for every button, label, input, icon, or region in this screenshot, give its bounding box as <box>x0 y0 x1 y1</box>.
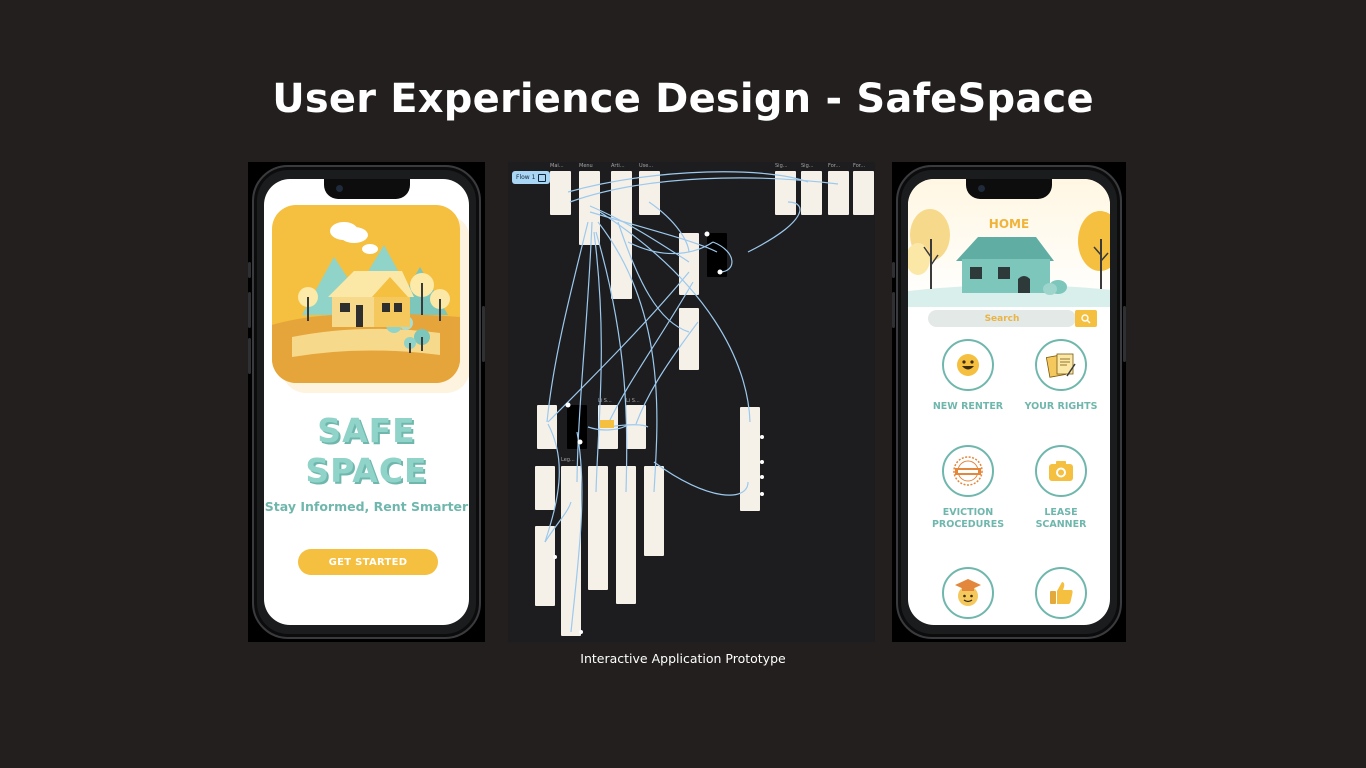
phone-side-button <box>248 262 251 278</box>
tile-label: YOUR RIGHTS <box>1024 401 1098 412</box>
prototype-caption: Interactive Application Prototype <box>580 651 786 666</box>
page-title: User Experience Design - SafeSpace <box>272 76 1094 122</box>
tile-your-rights[interactable]: YOUR RIGHTS <box>1013 339 1109 413</box>
phone-frame: HOME Search NEW RENTER YOUR RIGHTS EVICT… <box>896 165 1122 639</box>
documents-icon <box>1045 353 1076 378</box>
home-title: HOME <box>988 217 1030 231</box>
home-screen: HOME Search NEW RENTER YOUR RIGHTS EVICT… <box>908 179 1110 625</box>
tile-label: NEW RENTER <box>932 401 1004 412</box>
tile-lease-scanner[interactable]: LEASE SCANNER <box>1013 445 1109 531</box>
search-input[interactable]: Search <box>928 310 1076 327</box>
tile-icon-circle <box>1035 567 1087 619</box>
splash-screen: SAFE SPACE Stay Informed, Rent Smarter G… <box>264 179 469 625</box>
tile-icon-circle <box>942 445 994 497</box>
search-icon <box>1081 313 1091 323</box>
phone-notch <box>966 179 1052 199</box>
tile-new-renter[interactable]: NEW RENTER <box>920 339 1016 413</box>
tile-icon-circle <box>1035 445 1087 497</box>
phone-side-button <box>482 306 485 362</box>
search-button[interactable] <box>1075 310 1097 327</box>
phone-side-button <box>1123 306 1126 362</box>
tagline: Stay Informed, Rent Smarter <box>264 499 469 514</box>
flow-connectors <box>544 171 839 634</box>
tile-eviction-procedures[interactable]: EVICTION PROCEDURES <box>920 445 1016 531</box>
presentation-slide: User Experience Design - SafeSpace SAFE … <box>0 0 1366 768</box>
phone-frame: SAFE SPACE Stay Informed, Rent Smarter G… <box>252 165 481 639</box>
get-started-button[interactable]: GET STARTED <box>298 549 438 575</box>
brand-name-line-2: SPACE <box>305 451 428 490</box>
eviction-stamp-icon <box>953 456 983 486</box>
thumbs-up-icon <box>1050 582 1073 604</box>
phone-side-button <box>248 292 251 328</box>
house-landscape-illustration <box>272 205 460 383</box>
tile-label: EVICTION PROCEDURES <box>931 507 1005 530</box>
tile-feedback[interactable] <box>1013 567 1109 619</box>
camera-icon <box>978 185 985 192</box>
tile-education[interactable] <box>920 567 1016 619</box>
tile-icon-circle <box>942 567 994 619</box>
smiley-icon <box>957 354 979 376</box>
graduate-icon <box>955 579 981 606</box>
tile-label: LEASE SCANNER <box>1035 507 1087 530</box>
camera-icon <box>335 185 343 192</box>
camera-icon <box>1049 461 1073 481</box>
brand-name-line-1: SAFE <box>317 411 416 450</box>
tile-icon-circle <box>1035 339 1087 391</box>
phone-side-button <box>892 292 895 328</box>
prototype-flow-canvas: Flow 1 Mai... Menu Arti... Use... Sig...… <box>508 162 875 642</box>
tile-icon-circle <box>942 339 994 391</box>
phone-side-button <box>892 262 895 278</box>
splash-phone-mockup: SAFE SPACE Stay Informed, Rent Smarter G… <box>248 162 485 642</box>
phone-side-button <box>248 338 251 374</box>
phone-notch <box>323 179 410 199</box>
home-phone-mockup: HOME Search NEW RENTER YOUR RIGHTS EVICT… <box>892 162 1126 642</box>
